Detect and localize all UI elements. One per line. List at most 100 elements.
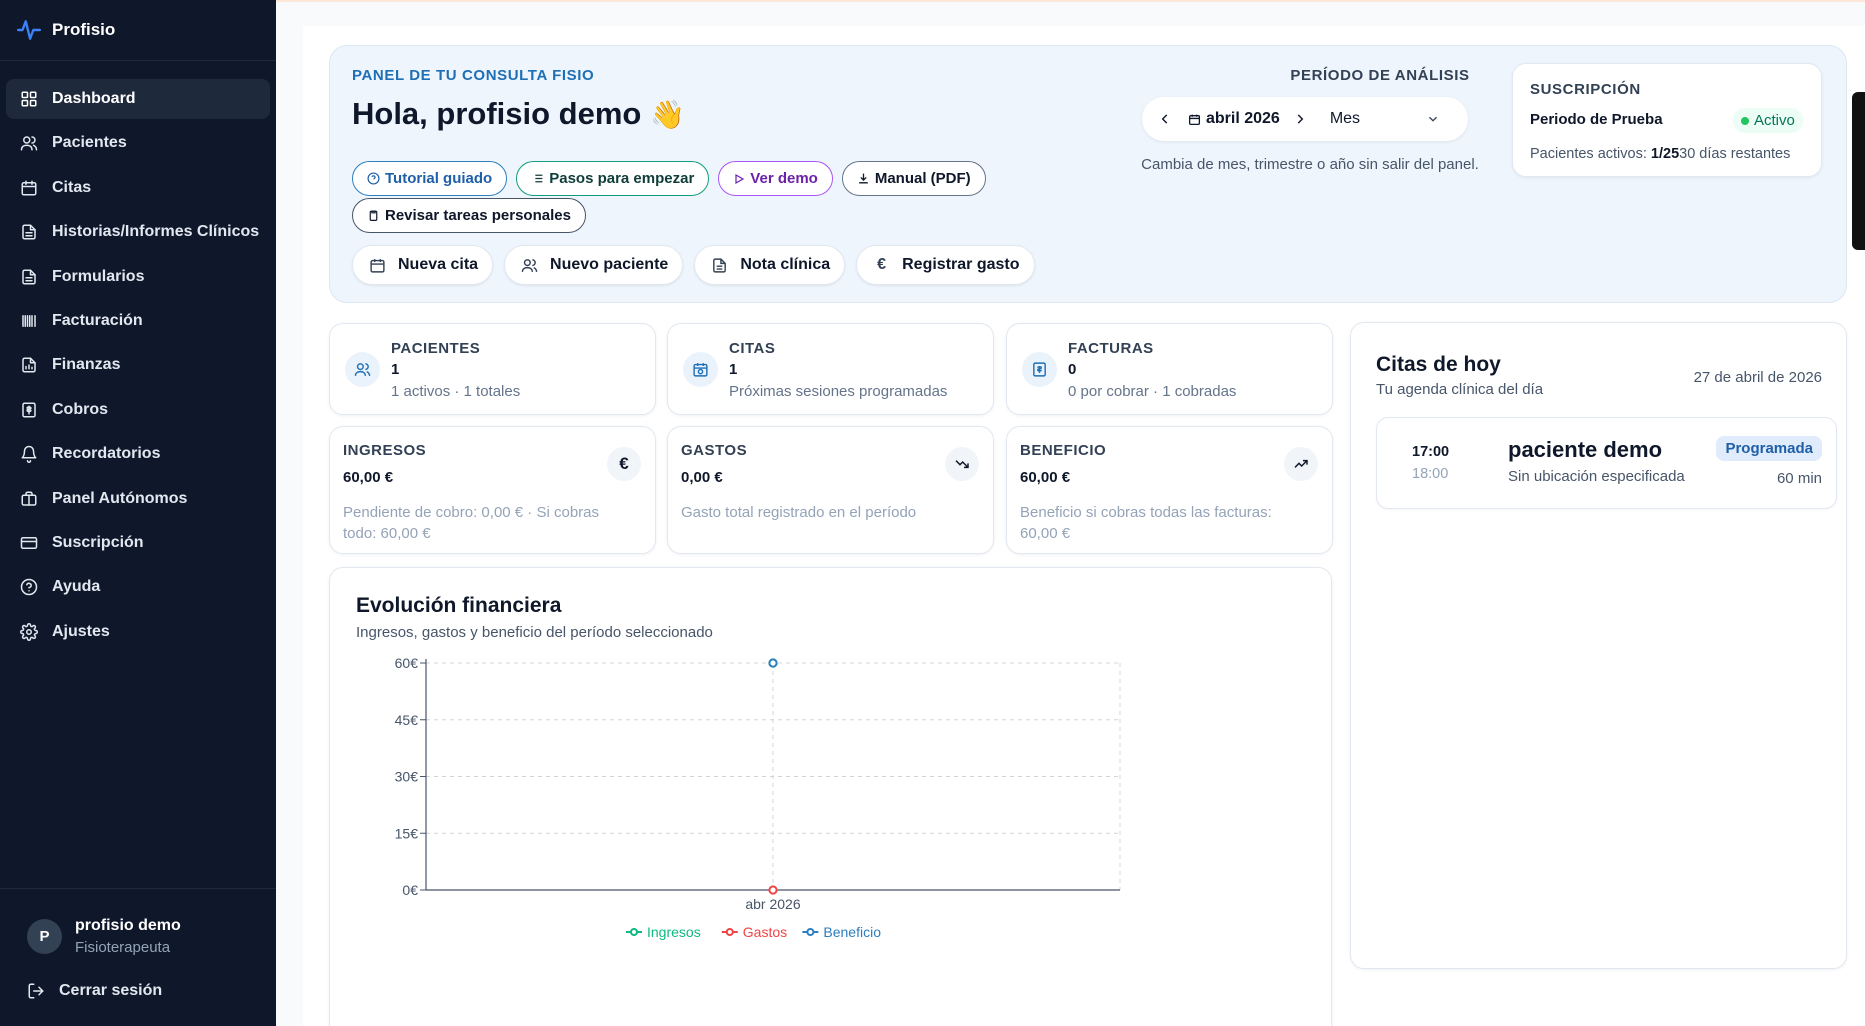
legend-item-gastos[interactable]: Gastos — [721, 924, 787, 940]
grid-icon — [21, 91, 37, 107]
user-name: profisio demo — [75, 917, 181, 934]
chevron-right-icon — [1297, 114, 1304, 124]
hero-eyebrow: PANEL DE TU CONSULTA FISIO — [352, 67, 595, 84]
finance-detail: Pendiente de cobro: 0,00 € · Si cobras t… — [343, 504, 599, 542]
granularity-select[interactable]: Mes — [1330, 110, 1440, 128]
sidebar-item-recordatorios[interactable]: Recordatorios — [6, 434, 270, 474]
new-patient-label: Nuevo paciente — [550, 256, 669, 273]
new-appointment-label: Nueva cita — [398, 256, 479, 273]
logout-button[interactable]: Cerrar sesión — [0, 956, 276, 1000]
sidebar-item-label: Citas — [52, 178, 92, 196]
sidebar-item-suscripcion[interactable]: Suscripción — [6, 523, 270, 563]
users-icon — [521, 258, 538, 272]
sidebar-item-citas[interactable]: Citas — [6, 168, 270, 208]
period-selector: abril 2026 Mes — [1142, 97, 1468, 141]
financial-chart-card: Evolución financiera Ingresos, gastos y … — [329, 567, 1332, 1026]
appointment-start: 17:00 — [1412, 444, 1450, 460]
today-title: Citas de hoy — [1376, 353, 1501, 376]
sidebar-item-historias-informes-clinicos[interactable]: Historias/Informes Clínicos — [6, 212, 270, 252]
financial-line-chart: 0€ 15€ 30€ 45€ 60€ abr 2026 Ingresos Gastos Bene… — [395, 655, 1121, 940]
patients-prefix: Pacientes activos: — [1530, 146, 1647, 162]
legend-label: Ingresos — [647, 924, 701, 940]
register-expense-label: Registrar gasto — [902, 256, 1020, 273]
y-tick-label: 15€ — [395, 825, 419, 841]
period-current[interactable]: abril 2026 — [1188, 110, 1280, 128]
sidebar-item-facturacion[interactable]: Facturación — [6, 301, 270, 341]
subscription-title: SUSCRIPCIÓN — [1530, 81, 1641, 98]
sidebar-item-pacientes[interactable]: Pacientes — [6, 123, 270, 163]
stat-card-appointments[interactable]: CITAS 1 Próximas sesiones programadas — [667, 323, 994, 415]
sidebar-item-label: Panel Autónomos — [52, 489, 188, 507]
sidebar-item-panel-autonomos[interactable]: Panel Autónomos — [6, 479, 270, 519]
sidebar-nav: Dashboard Pacientes Citas Historias/Informe… — [0, 61, 276, 674]
sidebar-item-label: Suscripción — [52, 533, 144, 551]
legend-marker — [725, 928, 734, 936]
new-patient-button[interactable]: Nuevo paciente — [504, 245, 684, 285]
play-icon — [735, 173, 745, 184]
sidebar-item-label: Formularios — [52, 267, 145, 285]
stat-value: 1 — [729, 361, 738, 378]
user-profile[interactable]: P profisio demo Fisioterapeuta — [0, 889, 276, 956]
subscription-card[interactable]: SUSCRIPCIÓN Periodo de Prueba Activo Pac… — [1512, 63, 1822, 177]
euro-icon: € — [877, 256, 887, 273]
appointment-patient[interactable]: paciente demo — [1508, 437, 1662, 463]
legend-item-ingresos[interactable]: Ingresos — [626, 924, 701, 940]
trending-down-icon — [945, 447, 979, 481]
greeting-text: Hola, profisio demo — [352, 96, 642, 131]
finance-card-expenses[interactable]: GASTOS 0,00 € Gasto total registrado en … — [667, 426, 994, 554]
manual-pdf-button[interactable]: Manual (PDF) — [841, 161, 986, 196]
register-expense-button[interactable]: € Registrar gasto — [856, 245, 1035, 285]
legend-item-beneficio[interactable]: Beneficio — [802, 924, 881, 940]
period-current-label: abril 2026 — [1206, 110, 1280, 127]
finance-label: INGRESOS — [343, 442, 427, 459]
finance-card-profit[interactable]: BENEFICIO 60,00 € Beneficio si cobras to… — [1006, 426, 1333, 554]
getting-started-button[interactable]: Pasos para empezar — [516, 161, 710, 196]
appointment-duration: 60 min — [1776, 470, 1822, 487]
sidebar-item-ajustes[interactable]: Ajustes — [6, 612, 270, 652]
sidebar-item-ayuda[interactable]: Ayuda — [6, 567, 270, 607]
personal-tasks-button[interactable]: Revisar tareas personales — [352, 198, 586, 233]
stat-card-invoices[interactable]: FACTURAS 0 0 por cobrar · 1 cobradas — [1006, 323, 1333, 415]
sidebar-item-label: Recordatorios — [52, 445, 161, 463]
finance-detail: Gasto total registrado en el período — [681, 504, 917, 521]
finance-card-income[interactable]: INGRESOS 60,00 € Pendiente de cobro: 0,0… — [329, 426, 656, 554]
calendar-icon — [21, 180, 37, 196]
view-demo-button[interactable]: Ver demo — [718, 161, 833, 196]
clinical-note-button[interactable]: Nota clínica — [694, 245, 846, 285]
briefcase-icon — [21, 491, 37, 506]
stat-card-patients[interactable]: PACIENTES 1 1 activos · 1 totales — [329, 323, 656, 415]
sidebar-item-finanzas[interactable]: Finanzas — [6, 345, 270, 385]
appointment-item[interactable]: 17:00 18:00 paciente demo Sin ubicación … — [1376, 417, 1837, 509]
credit-card-icon — [20, 536, 38, 549]
brand[interactable]: Profisio — [0, 0, 276, 61]
finance-label: GASTOS — [681, 442, 748, 459]
calendar-icon — [370, 258, 385, 273]
sidebar-item-label: Dashboard — [52, 90, 136, 107]
chevron-left-icon — [1161, 114, 1168, 124]
legend-label: Gastos — [743, 924, 787, 940]
stat-value: 1 — [391, 361, 400, 378]
download-icon — [858, 173, 868, 184]
tutorial-button[interactable]: Tutorial guiado — [352, 161, 508, 196]
clinical-note-label: Nota clínica — [740, 256, 831, 273]
sidebar-item-cobros[interactable]: Cobros — [6, 390, 270, 430]
period-next-button[interactable] — [1280, 112, 1320, 126]
floating-toolbar[interactable] — [1852, 92, 1865, 250]
y-tick-label: 45€ — [395, 712, 419, 728]
stat-value: 0 — [1068, 361, 1077, 378]
data-point-gastos — [768, 885, 778, 895]
sidebar-item-formularios[interactable]: Formularios — [6, 257, 270, 297]
subscription-plan: Periodo de Prueba — [1530, 111, 1663, 128]
barcode-icon — [22, 314, 36, 327]
days-left: 30 días restantes — [1679, 146, 1791, 162]
y-tick-label: 30€ — [395, 769, 419, 785]
sidebar-item-dashboard[interactable]: Dashboard — [6, 79, 270, 119]
period-prev-button[interactable] — [1142, 112, 1188, 126]
new-appointment-button[interactable]: Nueva cita — [352, 245, 494, 285]
finance-label: BENEFICIO — [1020, 442, 1107, 459]
granularity-value: Mes — [1329, 110, 1361, 127]
logout-icon — [28, 983, 44, 999]
status-dot — [1741, 116, 1749, 125]
users-icon — [345, 352, 380, 387]
y-tick-label: 0€ — [402, 882, 418, 898]
